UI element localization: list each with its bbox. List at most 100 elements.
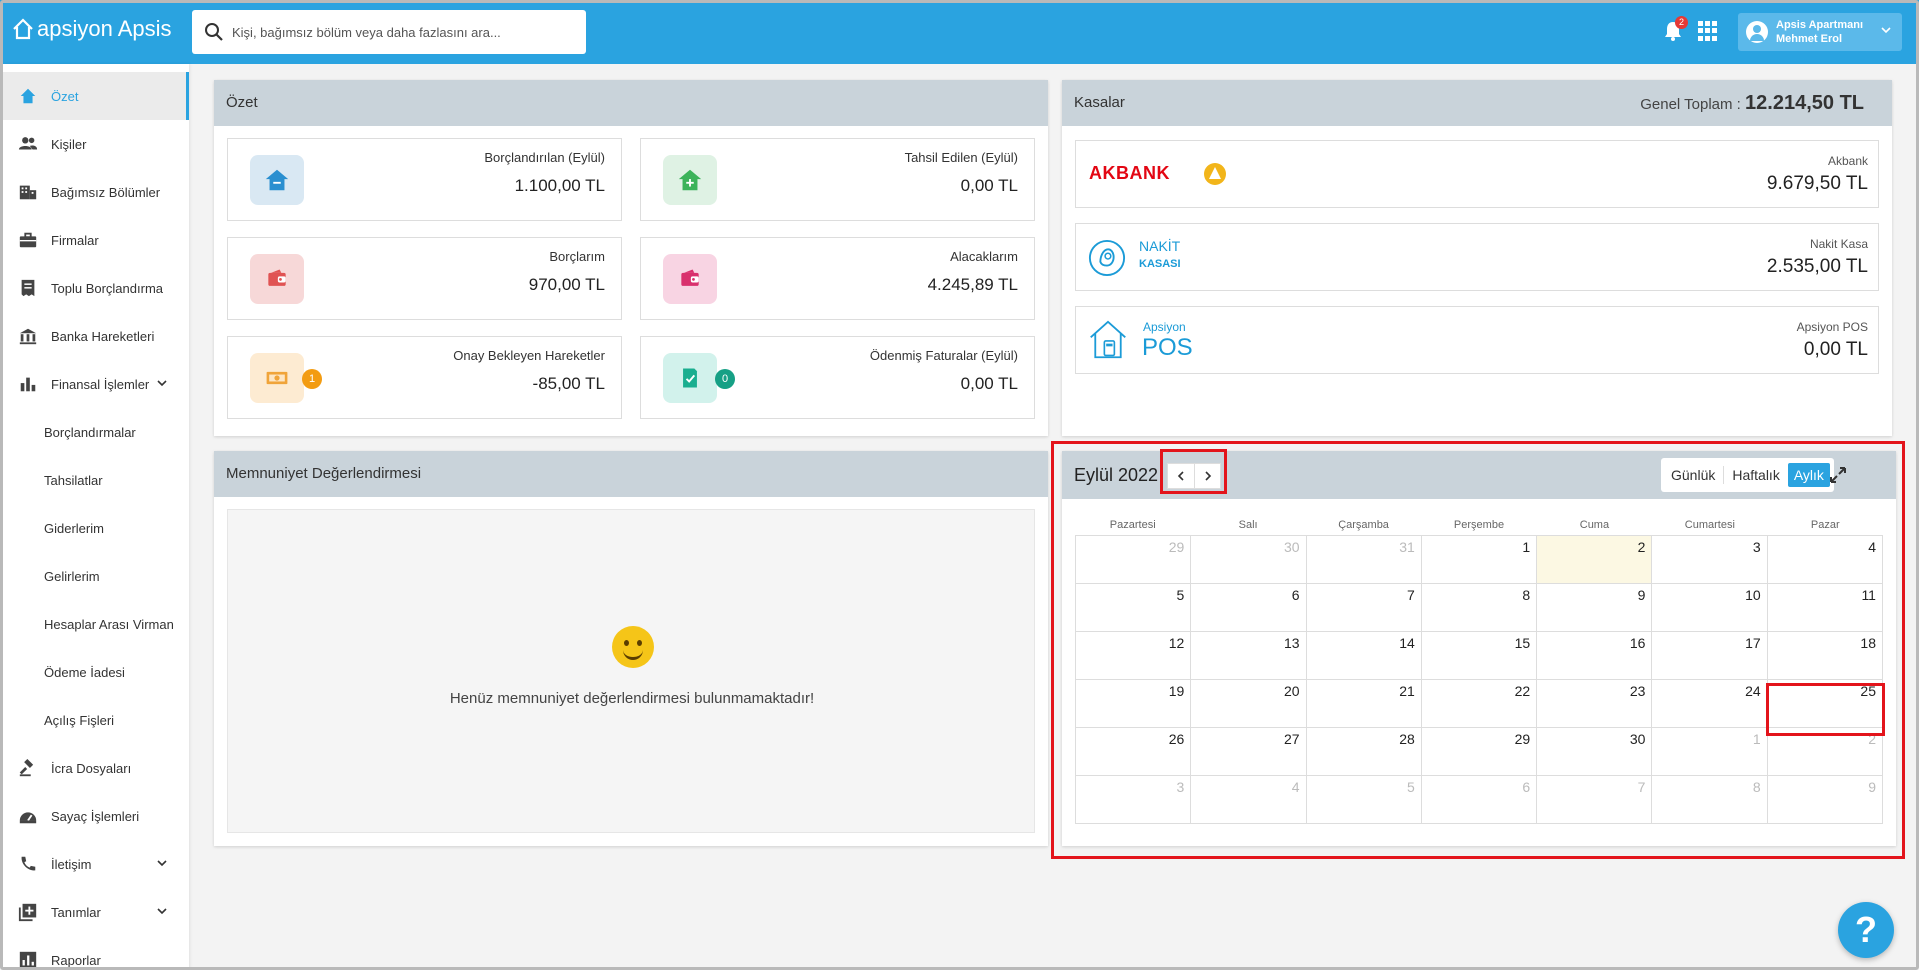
calendar-day-cell[interactable]: 16 — [1537, 632, 1653, 680]
search-input[interactable] — [232, 24, 552, 40]
calendar-month-label: Eylül 2022 — [1074, 465, 1159, 485]
sidebar-item-bagimsiz-bolumler[interactable]: Bağımsız Bölümler — [3, 168, 189, 216]
calendar-day-cell[interactable]: 5 — [1306, 776, 1422, 824]
notifications-button[interactable]: 2 — [1662, 16, 1688, 42]
calendar-day-cell[interactable]: 3 — [1076, 776, 1192, 824]
sidebar-item-tanimlar[interactable]: Tanımlar — [3, 888, 189, 936]
calendar-day-cell[interactable]: 14 — [1306, 632, 1422, 680]
stat-value: -85,00 TL — [532, 374, 605, 393]
day-number: 5 — [1407, 779, 1415, 795]
apps-grid-button[interactable] — [1698, 21, 1718, 41]
sidebar-item-raporlar[interactable]: Raporlar — [3, 936, 189, 970]
sidebar-item-giderlerim[interactable]: Giderlerim — [3, 504, 189, 552]
calendar-day-cell[interactable]: 24 — [1652, 680, 1768, 728]
calendar-day-cell[interactable]: 3 — [1652, 536, 1768, 584]
calendar-day-cell[interactable]: 11 — [1767, 584, 1883, 632]
calendar-day-cell[interactable]: 12 — [1076, 632, 1192, 680]
app-logo[interactable]: apsiyon Apsis — [12, 16, 172, 42]
sidebar-item-kisiler[interactable]: Kişiler — [3, 120, 189, 168]
stat-value: 0,00 TL — [960, 374, 1018, 393]
stat-card-tahsil-edilen[interactable]: Tahsil Edilen (Eylül) 0,00 TL — [640, 138, 1035, 221]
calendar-day-cell[interactable]: 29 — [1076, 536, 1192, 584]
calendar-day-cell[interactable]: 22 — [1421, 680, 1538, 728]
calendar-day-cell[interactable]: 28 — [1306, 728, 1422, 776]
sidebar-item-acilis-fisleri[interactable]: Açılış Fişleri — [3, 696, 189, 744]
sidebar-item-borclandirmalar[interactable]: Borçlandırmalar — [3, 408, 189, 456]
day-number: 30 — [1629, 731, 1646, 747]
calendar-day-cell[interactable]: 31 — [1306, 536, 1422, 584]
search-box[interactable] — [192, 10, 586, 54]
stat-card-borclandirilan[interactable]: Borçlandırılan (Eylül) 1.100,00 TL — [227, 138, 622, 221]
view-weekly-button[interactable]: Haftalık — [1726, 463, 1785, 487]
calendar-next-button[interactable] — [1194, 464, 1220, 488]
expand-icon[interactable] — [1829, 466, 1847, 484]
sidebar-item-odeme-iadesi[interactable]: Ödeme İadesi — [3, 648, 189, 696]
calendar-day-cell[interactable]: 19 — [1076, 680, 1192, 728]
sidebar-item-virman[interactable]: Hesaplar Arası Virman — [3, 600, 189, 648]
calendar-day-cell[interactable]: 6 — [1421, 776, 1538, 824]
kasa-item-nakit[interactable]: NAKİT KASASI Nakit Kasa 2.535,00 TL — [1075, 223, 1879, 291]
calendar-day-cell[interactable]: 7 — [1537, 776, 1653, 824]
report-icon — [17, 949, 39, 970]
calendar-day-cell[interactable]: 29 — [1421, 728, 1538, 776]
calendar-day-cell[interactable]: 30 — [1191, 536, 1307, 584]
view-daily-button[interactable]: Günlük — [1665, 463, 1721, 487]
stat-card-odenmis-faturalar[interactable]: 0 Ödenmiş Faturalar (Eylül) 0,00 TL — [640, 336, 1035, 419]
calendar-day-cell[interactable]: 2 — [1537, 536, 1653, 584]
pending-count-badge: 1 — [302, 369, 322, 389]
calendar-day-cell[interactable]: 30 — [1537, 728, 1653, 776]
view-monthly-button[interactable]: Aylık — [1787, 463, 1830, 487]
calendar-day-cell[interactable]: 1 — [1652, 728, 1768, 776]
smiley-icon — [612, 626, 654, 668]
calendar-day-cell[interactable]: 25 — [1767, 680, 1883, 728]
calendar-day-cell[interactable]: 8 — [1652, 776, 1768, 824]
akbank-logo: AKBANK — [1089, 163, 1170, 183]
wallet-icon — [250, 254, 304, 304]
sidebar-item-gelirlerim[interactable]: Gelirlerim — [3, 552, 189, 600]
sidebar-item-tahsilatlar[interactable]: Tahsilatlar — [3, 456, 189, 504]
calendar-day-cell[interactable]: 15 — [1421, 632, 1538, 680]
calendar-day-cell[interactable]: 7 — [1306, 584, 1422, 632]
calendar-day-cell[interactable]: 5 — [1076, 584, 1192, 632]
day-number: 7 — [1637, 779, 1646, 795]
calendar-day-cell[interactable]: 26 — [1076, 728, 1192, 776]
stat-card-borclarim[interactable]: Borçlarım 970,00 TL — [227, 237, 622, 320]
calendar-day-cell[interactable]: 20 — [1191, 680, 1307, 728]
day-number: 10 — [1745, 587, 1761, 603]
calendar-day-cell[interactable]: 18 — [1767, 632, 1883, 680]
calendar-day-cell[interactable]: 21 — [1306, 680, 1422, 728]
sidebar-item-label: Firmalar — [51, 232, 99, 248]
sidebar-item-icra-dosyalari[interactable]: İcra Dosyaları — [3, 744, 189, 792]
sidebar-item-ozet[interactable]: Özet — [3, 72, 189, 120]
sidebar-item-iletisim[interactable]: İletişim — [3, 840, 189, 888]
calendar-prev-button[interactable] — [1168, 464, 1194, 488]
stat-card-onay-bekleyen[interactable]: 1 Onay Bekleyen Hareketler -85,00 TL — [227, 336, 622, 419]
calendar-day-cell[interactable]: 6 — [1191, 584, 1307, 632]
calendar-day-cell[interactable]: 4 — [1191, 776, 1307, 824]
sidebar-item-sayac-islemleri[interactable]: Sayaç İşlemleri — [3, 792, 189, 840]
calendar-grid: Pazartesi Salı Çarşamba Perşembe Cuma Cumarte… — [1075, 515, 1883, 824]
sidebar-item-toplu-borclandirma[interactable]: Toplu Borçlandırma — [3, 264, 189, 312]
sidebar-item-firmalar[interactable]: Firmalar — [3, 216, 189, 264]
sidebar-item-banka-hareketleri[interactable]: Banka Hareketleri — [3, 312, 189, 360]
calendar-day-cell[interactable]: 17 — [1652, 632, 1768, 680]
calendar-day-cell[interactable]: 4 — [1767, 536, 1883, 584]
calendar-day-cell[interactable]: 23 — [1537, 680, 1653, 728]
calendar-day-cell[interactable]: 2 — [1767, 728, 1883, 776]
calendar-day-cell[interactable]: 9 — [1537, 584, 1653, 632]
satisfaction-panel-title: Memnuniyet Değerlendirmesi — [214, 451, 1048, 497]
sidebar: Özet Kişiler Bağımsız Bölümler Firmalar … — [3, 64, 189, 970]
stat-card-alacaklarim[interactable]: Alacaklarım 4.245,89 TL — [640, 237, 1035, 320]
kasa-item-akbank[interactable]: AKBANK Akbank 9.679,50 TL — [1075, 140, 1879, 208]
chevron-left-icon — [1177, 471, 1184, 481]
calendar-day-cell[interactable]: 1 — [1421, 536, 1538, 584]
sidebar-item-finansal-islemler[interactable]: Finansal İşlemler — [3, 360, 189, 408]
kasa-item-pos[interactable]: Apsiyon POS Apsiyon POS 0,00 TL — [1075, 306, 1879, 374]
calendar-day-cell[interactable]: 9 — [1767, 776, 1883, 824]
calendar-day-cell[interactable]: 10 — [1652, 584, 1768, 632]
user-menu[interactable]: Apsis Apartmanı Mehmet Erol — [1738, 13, 1902, 51]
calendar-day-cell[interactable]: 13 — [1191, 632, 1307, 680]
help-button[interactable]: ? — [1838, 902, 1894, 958]
calendar-day-cell[interactable]: 8 — [1421, 584, 1538, 632]
calendar-day-cell[interactable]: 27 — [1191, 728, 1307, 776]
